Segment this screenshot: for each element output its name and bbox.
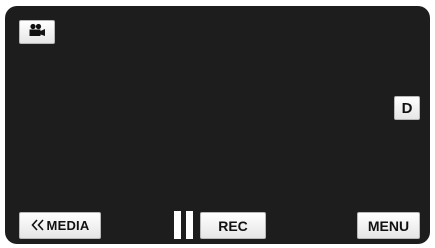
d-button[interactable]: D xyxy=(394,96,420,120)
rec-button-label: REC xyxy=(218,217,248,234)
rec-button[interactable]: REC xyxy=(200,212,266,239)
pause-icon[interactable] xyxy=(174,211,194,239)
camera-screen: D MEDIA REC MENU xyxy=(5,6,430,244)
d-button-label: D xyxy=(401,99,413,117)
menu-button-label: MENU xyxy=(367,217,410,234)
media-button-label: MEDIA xyxy=(46,218,90,233)
menu-button[interactable]: MENU xyxy=(357,212,420,239)
video-camera-icon xyxy=(28,23,46,42)
mode-button[interactable] xyxy=(19,20,55,44)
double-chevron-left-icon xyxy=(30,218,45,234)
media-button[interactable]: MEDIA xyxy=(19,212,101,239)
